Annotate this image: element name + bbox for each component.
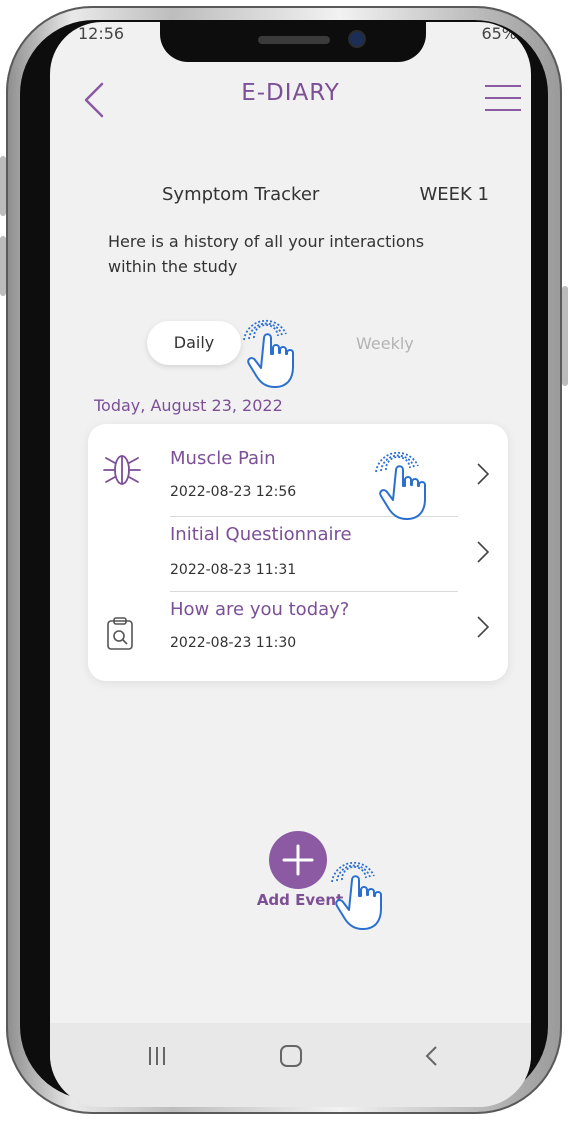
- camera-notch: [160, 22, 426, 62]
- back-nav-icon[interactable]: [422, 1041, 442, 1071]
- entry-time: 2022-08-23 11:31: [170, 562, 297, 578]
- battery-status: 65%: [481, 24, 517, 43]
- app-screen: 12:56 65% E-DIARY Symptom Tracker WEEK 1…: [50, 22, 531, 1107]
- tap-hand-icon: [243, 319, 294, 388]
- week-label: WEEK 1: [419, 184, 489, 205]
- plus-icon: [282, 844, 314, 876]
- status-time: 12:56: [78, 24, 125, 43]
- add-event-button[interactable]: [269, 831, 327, 889]
- home-icon[interactable]: [278, 1041, 304, 1071]
- chevron-right-icon[interactable]: [476, 615, 490, 639]
- entry-row[interactable]: Initial Questionnaire 2022-08-23 11:31: [88, 516, 508, 591]
- entry-title: Initial Questionnaire: [170, 524, 352, 545]
- recent-apps-icon[interactable]: [146, 1041, 168, 1071]
- menu-icon[interactable]: [485, 85, 521, 111]
- clipboard-search-icon: [107, 617, 133, 650]
- entry-row[interactable]: How are you today? 2022-08-23 11:30: [88, 591, 508, 681]
- entry-title: How are you today?: [170, 599, 350, 620]
- system-nav-bar: [50, 1023, 531, 1107]
- tap-hand-icon: [375, 451, 426, 520]
- entries-card: Muscle Pain 2022-08-23 12:56 Initial Que…: [88, 424, 508, 681]
- date-label: Today, August 23, 2022: [94, 396, 283, 415]
- chevron-right-icon[interactable]: [476, 540, 490, 564]
- side-button: [562, 286, 568, 386]
- front-camera: [350, 32, 364, 46]
- side-button: [0, 156, 6, 216]
- tab-weekly[interactable]: Weekly: [356, 334, 414, 353]
- page-title: E-DIARY: [241, 80, 340, 106]
- tracker-description: Here is a history of all your interactio…: [108, 232, 425, 276]
- entry-time: 2022-08-23 11:30: [170, 635, 297, 651]
- menu-line: [485, 85, 521, 87]
- chevron-right-icon[interactable]: [476, 462, 490, 486]
- entry-time: 2022-08-23 12:56: [170, 484, 297, 500]
- entry-title: Muscle Pain: [170, 448, 276, 469]
- tap-hand-icon: [331, 861, 382, 930]
- menu-line: [485, 97, 521, 99]
- tab-daily[interactable]: Daily: [147, 321, 241, 365]
- speaker-grill: [258, 36, 330, 44]
- side-button: [0, 236, 6, 296]
- muscle-icon: [103, 455, 141, 485]
- tracker-title: Symptom Tracker: [162, 184, 320, 205]
- menu-line: [485, 109, 521, 111]
